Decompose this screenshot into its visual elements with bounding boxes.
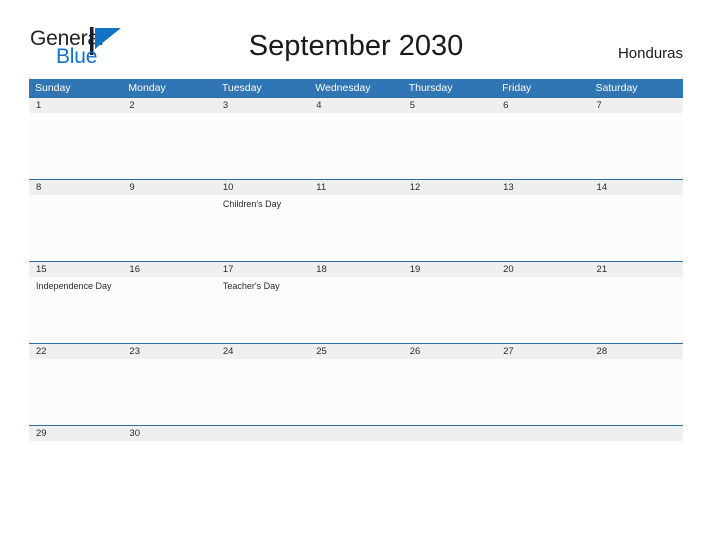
day-event[interactable] <box>309 441 402 446</box>
day-number[interactable]: 14 <box>590 180 683 195</box>
day-number[interactable]: 1 <box>29 98 122 113</box>
day-number[interactable]: 8 <box>29 180 122 195</box>
day-event[interactable] <box>496 195 589 257</box>
day-event[interactable] <box>122 359 215 421</box>
week-row: 22 23 24 25 26 27 28 <box>29 343 683 425</box>
day-number-band: 22 23 24 25 26 27 28 <box>29 344 683 359</box>
day-event[interactable] <box>403 441 496 446</box>
day-number[interactable]: 21 <box>590 262 683 277</box>
day-number[interactable]: 15 <box>29 262 122 277</box>
weekday-header-saturday: Saturday <box>595 82 638 94</box>
day-number[interactable]: 7 <box>590 98 683 113</box>
day-number[interactable]: 11 <box>309 180 402 195</box>
day-number[interactable]: 24 <box>216 344 309 359</box>
day-event[interactable] <box>122 195 215 257</box>
weekday-header-wednesday: Wednesday <box>315 82 371 94</box>
day-number-band: 15 16 17 18 19 20 21 <box>29 262 683 277</box>
day-event[interactable] <box>309 359 402 421</box>
day-number[interactable]: 28 <box>590 344 683 359</box>
day-number[interactable]: 30 <box>122 426 215 441</box>
weekday-header-monday: Monday <box>128 82 166 94</box>
day-event[interactable] <box>309 195 402 257</box>
day-event-band <box>29 441 683 446</box>
day-event[interactable] <box>590 441 683 446</box>
day-number[interactable]: 2 <box>122 98 215 113</box>
day-event[interactable] <box>496 441 589 446</box>
day-number[interactable]: 25 <box>309 344 402 359</box>
day-event[interactable] <box>29 441 122 446</box>
day-event[interactable] <box>590 195 683 257</box>
day-event[interactable] <box>590 359 683 421</box>
day-number[interactable]: 5 <box>403 98 496 113</box>
day-number[interactable]: 4 <box>309 98 402 113</box>
day-event[interactable] <box>29 113 122 175</box>
day-event[interactable] <box>309 277 402 339</box>
day-number-band: 8 9 10 11 12 13 14 <box>29 180 683 195</box>
page-title: September 2030 <box>248 30 464 62</box>
day-event[interactable] <box>29 359 122 421</box>
weekday-header-row: Sunday Monday Tuesday Wednesday Thursday… <box>29 79 683 97</box>
day-event[interactable] <box>122 441 215 446</box>
day-event[interactable] <box>216 359 309 421</box>
day-event[interactable]: Teacher's Day <box>216 277 309 339</box>
day-number-band: 29 30 <box>29 426 683 441</box>
week-row: 29 30 <box>29 425 683 446</box>
day-event[interactable] <box>403 277 496 339</box>
day-number[interactable]: 23 <box>122 344 215 359</box>
day-number[interactable]: 16 <box>122 262 215 277</box>
day-number[interactable]: 22 <box>29 344 122 359</box>
day-event[interactable] <box>403 195 496 257</box>
day-event[interactable] <box>590 277 683 339</box>
day-event[interactable] <box>590 113 683 175</box>
day-number-band: 1 2 3 4 5 6 7 <box>29 98 683 113</box>
day-event[interactable] <box>216 113 309 175</box>
day-event-band: Children's Day <box>29 195 683 257</box>
day-number[interactable] <box>216 426 309 441</box>
day-event[interactable] <box>496 359 589 421</box>
weekday-header-sunday: Sunday <box>35 82 71 94</box>
weekday-header-thursday: Thursday <box>408 82 453 94</box>
day-number[interactable]: 9 <box>122 180 215 195</box>
day-number[interactable]: 19 <box>403 262 496 277</box>
day-number[interactable] <box>590 426 683 441</box>
page-header: General Blue September 2030 Honduras <box>0 0 712 78</box>
day-number[interactable]: 26 <box>403 344 496 359</box>
week-row: 15 16 17 18 19 20 21 Independence Day Te… <box>29 261 683 343</box>
day-number[interactable]: 27 <box>496 344 589 359</box>
day-event[interactable] <box>29 195 122 257</box>
day-event[interactable] <box>496 277 589 339</box>
day-number[interactable]: 18 <box>309 262 402 277</box>
day-number[interactable] <box>496 426 589 441</box>
week-row: 8 9 10 11 12 13 14 Children's Day <box>29 179 683 261</box>
day-event[interactable] <box>496 113 589 175</box>
day-event[interactable] <box>122 113 215 175</box>
day-number[interactable]: 12 <box>403 180 496 195</box>
day-event[interactable]: Children's Day <box>216 195 309 257</box>
week-row: 1 2 3 4 5 6 7 <box>29 97 683 179</box>
day-event[interactable]: Independence Day <box>29 277 122 339</box>
day-number[interactable]: 20 <box>496 262 589 277</box>
day-event[interactable] <box>403 113 496 175</box>
weekday-header-tuesday: Tuesday <box>221 82 262 94</box>
day-number[interactable]: 17 <box>216 262 309 277</box>
country-label: Honduras <box>617 45 683 62</box>
day-event[interactable] <box>122 277 215 339</box>
day-event-band <box>29 359 683 421</box>
day-event[interactable] <box>216 441 309 446</box>
day-number[interactable]: 3 <box>216 98 309 113</box>
day-event-band: Independence Day Teacher's Day <box>29 277 683 339</box>
day-number[interactable] <box>403 426 496 441</box>
day-number[interactable]: 10 <box>216 180 309 195</box>
weekday-header-friday: Friday <box>502 82 532 94</box>
day-number[interactable]: 13 <box>496 180 589 195</box>
day-number[interactable]: 29 <box>29 426 122 441</box>
day-number[interactable] <box>309 426 402 441</box>
day-event[interactable] <box>309 113 402 175</box>
calendar-grid: Sunday Monday Tuesday Wednesday Thursday… <box>29 79 683 446</box>
day-event-band <box>29 113 683 175</box>
day-number[interactable]: 6 <box>496 98 589 113</box>
day-event[interactable] <box>403 359 496 421</box>
